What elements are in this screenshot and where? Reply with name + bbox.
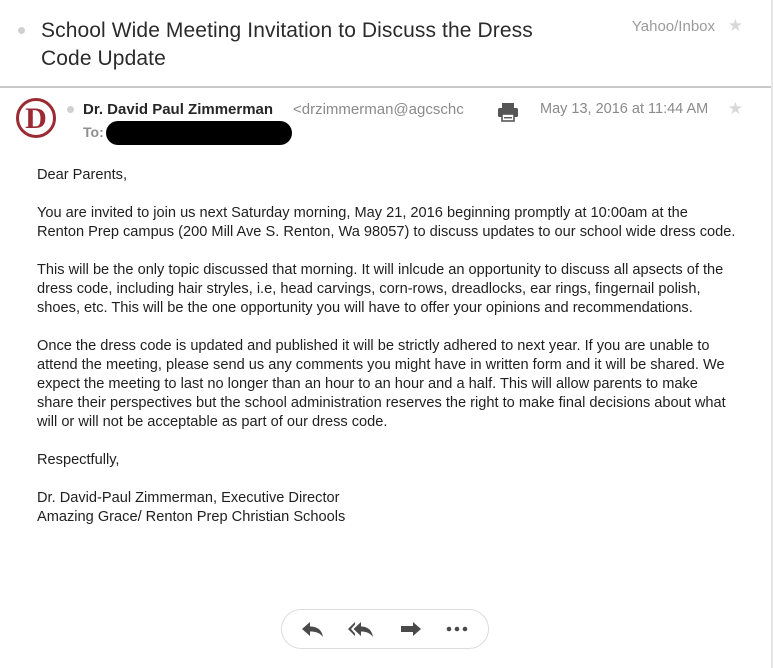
more-icon[interactable] — [445, 619, 469, 639]
forward-icon[interactable] — [399, 619, 423, 639]
body-paragraph-2: This will be the only topic discussed th… — [37, 262, 724, 316]
header-divider — [0, 86, 773, 88]
reply-all-icon[interactable] — [347, 619, 375, 639]
body-paragraph-1: You are invited to join us next Saturday… — [37, 205, 736, 240]
to-label: To: — [83, 124, 104, 140]
print-icon[interactable] — [497, 102, 519, 122]
sender-name[interactable]: Dr. David Paul Zimmerman — [83, 101, 273, 118]
email-window: School Wide Meeting Invitation to Discus… — [0, 0, 773, 668]
redacted-recipient — [106, 121, 292, 145]
star-icon[interactable]: ★ — [728, 16, 743, 36]
greeting: Dear Parents, — [37, 167, 128, 183]
email-subject: School Wide Meeting Invitation to Discus… — [41, 19, 533, 70]
body-paragraph-3: Once the dress code is updated and publi… — [37, 338, 726, 430]
email-body: Dear Parents, You are invited to join us… — [37, 166, 737, 527]
signature-line-2: Amazing Grace/ Renton Prep Christian Sch… — [37, 509, 346, 525]
message-timestamp: May 13, 2016 at 11:44 AM — [540, 101, 709, 117]
avatar[interactable]: D — [16, 98, 56, 138]
closing: Respectfully, — [37, 452, 120, 468]
avatar-letter: D — [25, 102, 47, 135]
sender-email[interactable]: <drzimmerman@agcschc — [293, 101, 479, 118]
folder-label[interactable]: Yahoo/Inbox — [632, 18, 715, 35]
reply-icon[interactable] — [301, 619, 325, 639]
subject-header: School Wide Meeting Invitation to Discus… — [0, 0, 773, 86]
message-actions — [281, 609, 489, 649]
message-star-icon[interactable]: ★ — [728, 99, 743, 119]
signature-line-1: Dr. David-Paul Zimmerman, Executive Dire… — [37, 490, 340, 506]
sender-status-dot — [67, 106, 74, 113]
unread-dot[interactable] — [18, 27, 25, 34]
